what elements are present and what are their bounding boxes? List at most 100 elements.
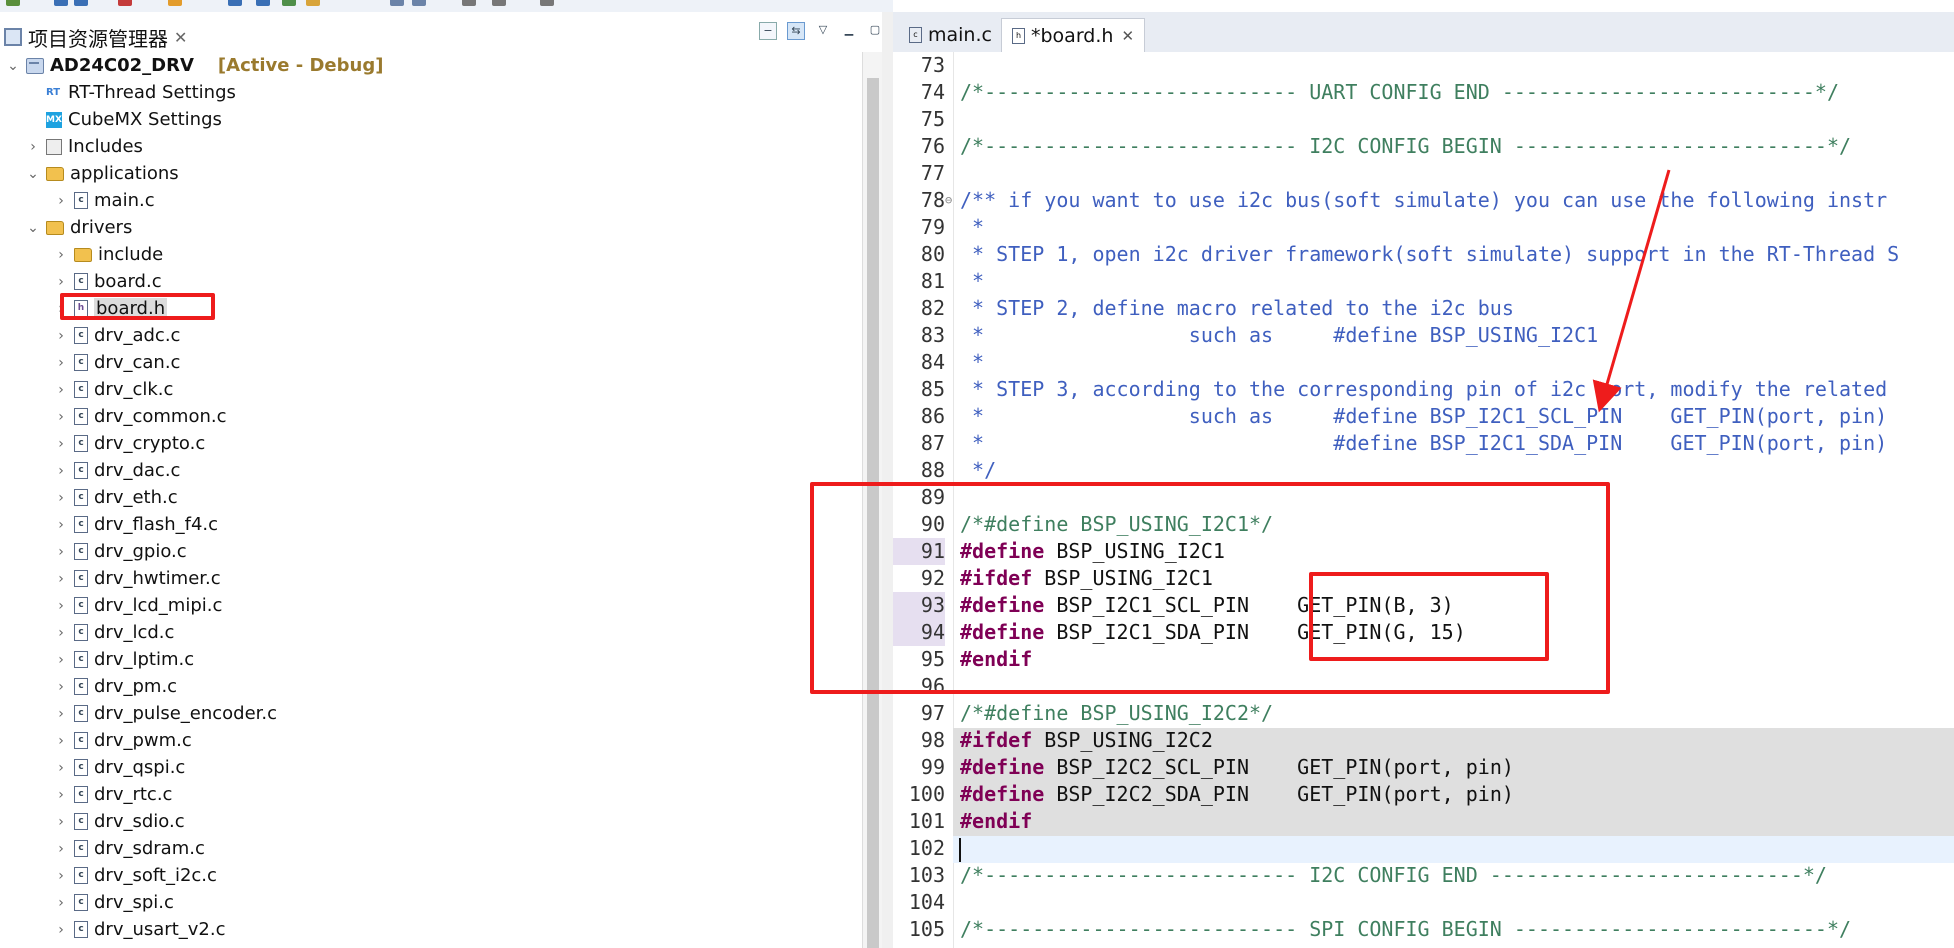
chevron-right-icon[interactable]: › — [54, 355, 68, 371]
chevron-right-icon[interactable]: › — [26, 139, 40, 155]
project-explorer-tab[interactable]: 项目资源管理器 ✕ — [0, 20, 187, 54]
tab-main-c[interactable]: c main.c — [899, 18, 1002, 52]
tree-item[interactable]: › c drv_adc.c — [54, 322, 180, 349]
tree-item[interactable]: › c drv_flash_f4.c — [54, 511, 218, 538]
toolbar-icon[interactable] — [256, 0, 270, 6]
tree-item[interactable]: › c drv_sdio.c — [54, 808, 184, 835]
tree-item[interactable]: › c drv_usart_v2.c — [54, 916, 225, 943]
tab-board-h[interactable]: h *board.h ✕ — [1001, 18, 1146, 53]
chevron-right-icon[interactable]: › — [54, 652, 68, 668]
code-text: * such as #define BSP_I2C1_SCL_PIN GET_P… — [960, 404, 1888, 428]
tree-item[interactable]: › c drv_pm.c — [54, 673, 177, 700]
tree-item-label: board.c — [94, 271, 162, 292]
chevron-right-icon[interactable]: › — [54, 517, 68, 533]
tree-item[interactable]: › c drv_hwtimer.c — [54, 565, 220, 592]
tree-item[interactable]: › c drv_crypto.c — [54, 430, 205, 457]
view-menu-icon[interactable]: ▽ — [815, 22, 831, 38]
toolbar-icon[interactable] — [228, 0, 242, 6]
tree-item-rt-thread-settings[interactable]: RT RT-Thread Settings — [46, 79, 236, 106]
chevron-right-icon[interactable]: › — [54, 328, 68, 344]
minimize-icon[interactable]: ▁ — [841, 22, 857, 38]
tree-item[interactable]: › c drv_spi.c — [54, 889, 174, 916]
tree-item[interactable]: › c drv_sdram.c — [54, 835, 205, 862]
collapse-all-icon[interactable]: − — [759, 22, 777, 40]
chevron-right-icon[interactable]: › — [54, 436, 68, 452]
tree-item-drivers[interactable]: ⌄ drivers — [26, 214, 132, 241]
cubemx-icon: MX — [46, 111, 62, 128]
tree-item-applications[interactable]: ⌄ applications — [26, 160, 179, 187]
tree-item[interactable]: › c drv_lcd.c — [54, 619, 174, 646]
chevron-right-icon[interactable]: › — [54, 814, 68, 830]
toolbar-icon[interactable] — [6, 0, 20, 6]
close-icon[interactable]: ✕ — [1121, 27, 1134, 45]
toolbar-icon[interactable] — [306, 0, 320, 6]
toolbar-icon[interactable] — [390, 0, 404, 6]
tree-item[interactable]: › c drv_dac.c — [54, 457, 180, 484]
fold-icon[interactable]: ⊖ — [945, 187, 952, 214]
chevron-right-icon[interactable]: › — [54, 193, 68, 209]
tree-item[interactable]: › c drv_lcd_mipi.c — [54, 592, 222, 619]
chevron-right-icon[interactable]: › — [54, 868, 68, 884]
tree-item[interactable]: › c drv_common.c — [54, 403, 226, 430]
chevron-right-icon[interactable]: › — [54, 247, 68, 263]
tree-item[interactable]: › c drv_pulse_encoder.c — [54, 700, 277, 727]
chevron-right-icon[interactable]: › — [54, 274, 68, 290]
tree-item-cubemx-settings[interactable]: MX CubeMX Settings — [46, 106, 222, 133]
toolbar-icon[interactable] — [118, 0, 132, 6]
project-explorer-icon — [4, 28, 22, 46]
toolbar-icon[interactable] — [540, 0, 554, 6]
code-line: 101 #endif — [893, 808, 1954, 835]
chevron-right-icon[interactable]: › — [54, 382, 68, 398]
chevron-right-icon[interactable]: › — [54, 841, 68, 857]
chevron-right-icon[interactable]: › — [54, 895, 68, 911]
toolbar-icon[interactable] — [462, 0, 476, 6]
chevron-down-icon[interactable]: ⌄ — [26, 220, 40, 236]
tree-item-include[interactable]: › include — [54, 241, 163, 268]
tree-item-project[interactable]: ⌄ AD24C02_DRV [Active - Debug] — [6, 52, 383, 79]
toolbar-icon[interactable] — [54, 0, 68, 6]
chevron-right-icon[interactable]: › — [54, 625, 68, 641]
toolbar-icon[interactable] — [168, 0, 182, 6]
chevron-right-icon[interactable]: › — [54, 544, 68, 560]
chevron-right-icon[interactable]: › — [54, 409, 68, 425]
chevron-right-icon[interactable]: › — [54, 733, 68, 749]
code-line: 104 — [893, 889, 1954, 916]
tree-item[interactable]: › c drv_gpio.c — [54, 538, 186, 565]
tree-item[interactable]: › c drv_lptim.c — [54, 646, 194, 673]
toolbar-icon[interactable] — [412, 0, 426, 6]
tree-item[interactable]: › c drv_eth.c — [54, 484, 177, 511]
link-with-editor-icon[interactable]: ⇆ — [787, 22, 805, 40]
chevron-right-icon[interactable]: › — [54, 679, 68, 695]
chevron-right-icon[interactable]: › — [54, 463, 68, 479]
c-file-icon: c — [74, 408, 88, 425]
chevron-right-icon[interactable]: › — [54, 706, 68, 722]
chevron-right-icon[interactable]: › — [54, 922, 68, 938]
tree-item-label: applications — [70, 163, 179, 184]
chevron-down-icon[interactable]: ⌄ — [26, 166, 40, 182]
tree-item[interactable]: › c drv_can.c — [54, 349, 180, 376]
chevron-right-icon[interactable]: › — [54, 760, 68, 776]
tree-item[interactable]: › c drv_pwm.c — [54, 727, 192, 754]
chevron-right-icon[interactable]: › — [54, 571, 68, 587]
chevron-right-icon[interactable]: › — [54, 787, 68, 803]
tree-item-board-c[interactable]: › c board.c — [54, 268, 162, 295]
tree-item-main-c[interactable]: › c main.c — [54, 187, 154, 214]
chevron-right-icon[interactable]: › — [54, 598, 68, 614]
code-text: * — [960, 269, 985, 293]
toolbar-icon[interactable] — [282, 0, 296, 6]
tree-item[interactable]: › c drv_rtc.c — [54, 781, 172, 808]
c-file-icon: c — [74, 192, 88, 209]
preprocessor-keyword: #define — [960, 755, 1045, 779]
chevron-down-icon[interactable]: ⌄ — [6, 58, 20, 74]
tree-item[interactable]: › c drv_clk.c — [54, 376, 173, 403]
close-icon[interactable]: ✕ — [174, 28, 187, 47]
tree-item-label: RT-Thread Settings — [68, 82, 236, 103]
chevron-right-icon[interactable]: › — [54, 490, 68, 506]
code-text: * — [960, 350, 985, 374]
tree-item[interactable]: › c drv_qspi.c — [54, 754, 185, 781]
maximize-icon[interactable]: ▢ — [867, 22, 883, 38]
tree-item[interactable]: › c drv_soft_i2c.c — [54, 862, 217, 889]
toolbar-icon[interactable] — [74, 0, 88, 6]
tree-item-includes[interactable]: › Includes — [26, 133, 143, 160]
toolbar-icon[interactable] — [492, 0, 506, 6]
